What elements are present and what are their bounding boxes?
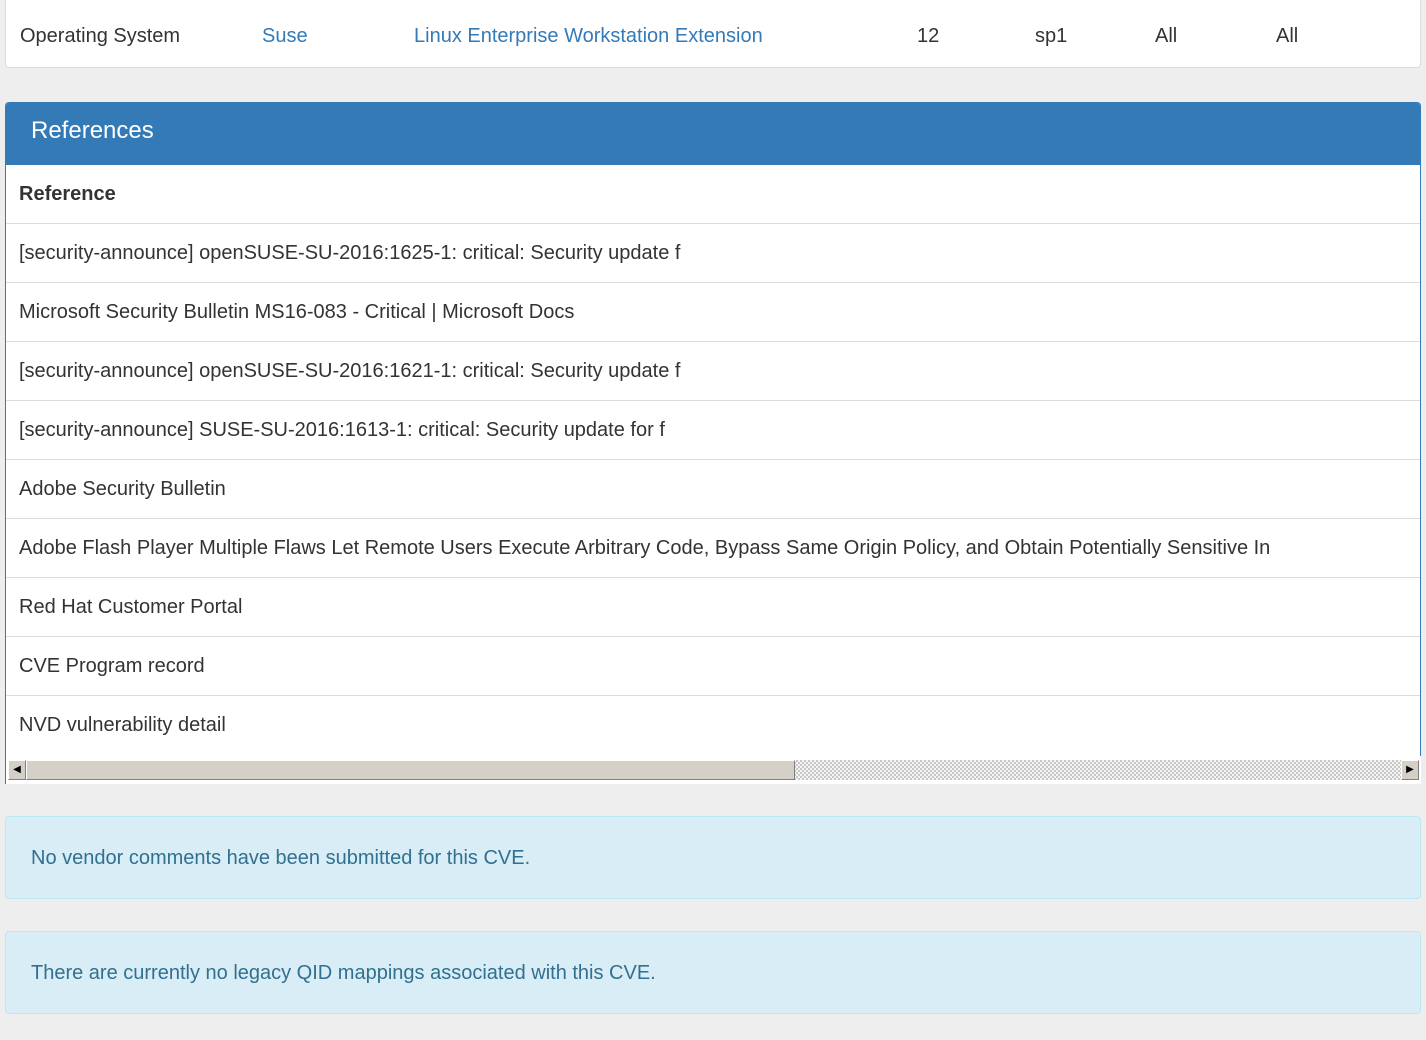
reference-row[interactable]: Adobe Flash Player Multiple Flaws Let Re… [6, 519, 1420, 578]
scroll-right-arrow-icon[interactable]: ▶ [1401, 760, 1419, 780]
reference-row[interactable]: [security-announce] openSUSE-SU-2016:162… [6, 224, 1420, 283]
references-column-header: Reference [6, 165, 1420, 224]
platform-version: 12 [917, 25, 940, 47]
platform-type: Operating System [20, 25, 181, 47]
reference-row[interactable]: Microsoft Security Bulletin MS16-083 - C… [6, 283, 1420, 342]
references-panel-title: References [6, 103, 1420, 165]
scrollbar-track[interactable] [26, 760, 1401, 780]
qid-mappings-notice: There are currently no legacy QID mappin… [5, 931, 1421, 1014]
horizontal-scrollbar[interactable]: ◀ ▶ [5, 756, 1421, 784]
platform-edition: All [1155, 25, 1178, 47]
platform-update: sp1 [1035, 25, 1068, 47]
affected-platform-row: Operating System Suse Linux Enterprise W… [5, 0, 1421, 68]
scroll-left-arrow-icon[interactable]: ◀ [8, 760, 26, 780]
product-link[interactable]: Linux Enterprise Workstation Extension [414, 24, 763, 48]
vendor-link[interactable]: Suse [262, 24, 308, 48]
scrollbar-thumb[interactable] [26, 760, 795, 780]
references-panel: References Reference [security-announce]… [5, 102, 1421, 784]
reference-row[interactable]: [security-announce] SUSE-SU-2016:1613-1:… [6, 401, 1420, 460]
reference-row[interactable]: Red Hat Customer Portal [6, 578, 1420, 637]
references-table: Reference [security-announce] openSUSE-S… [6, 165, 1420, 755]
platform-language: All [1276, 25, 1299, 47]
reference-row[interactable]: [security-announce] openSUSE-SU-2016:162… [6, 342, 1420, 401]
reference-row[interactable]: NVD vulnerability detail [6, 696, 1420, 755]
reference-row[interactable]: Adobe Security Bulletin [6, 460, 1420, 519]
reference-row[interactable]: CVE Program record [6, 637, 1420, 696]
vendor-comments-notice: No vendor comments have been submitted f… [5, 816, 1421, 899]
